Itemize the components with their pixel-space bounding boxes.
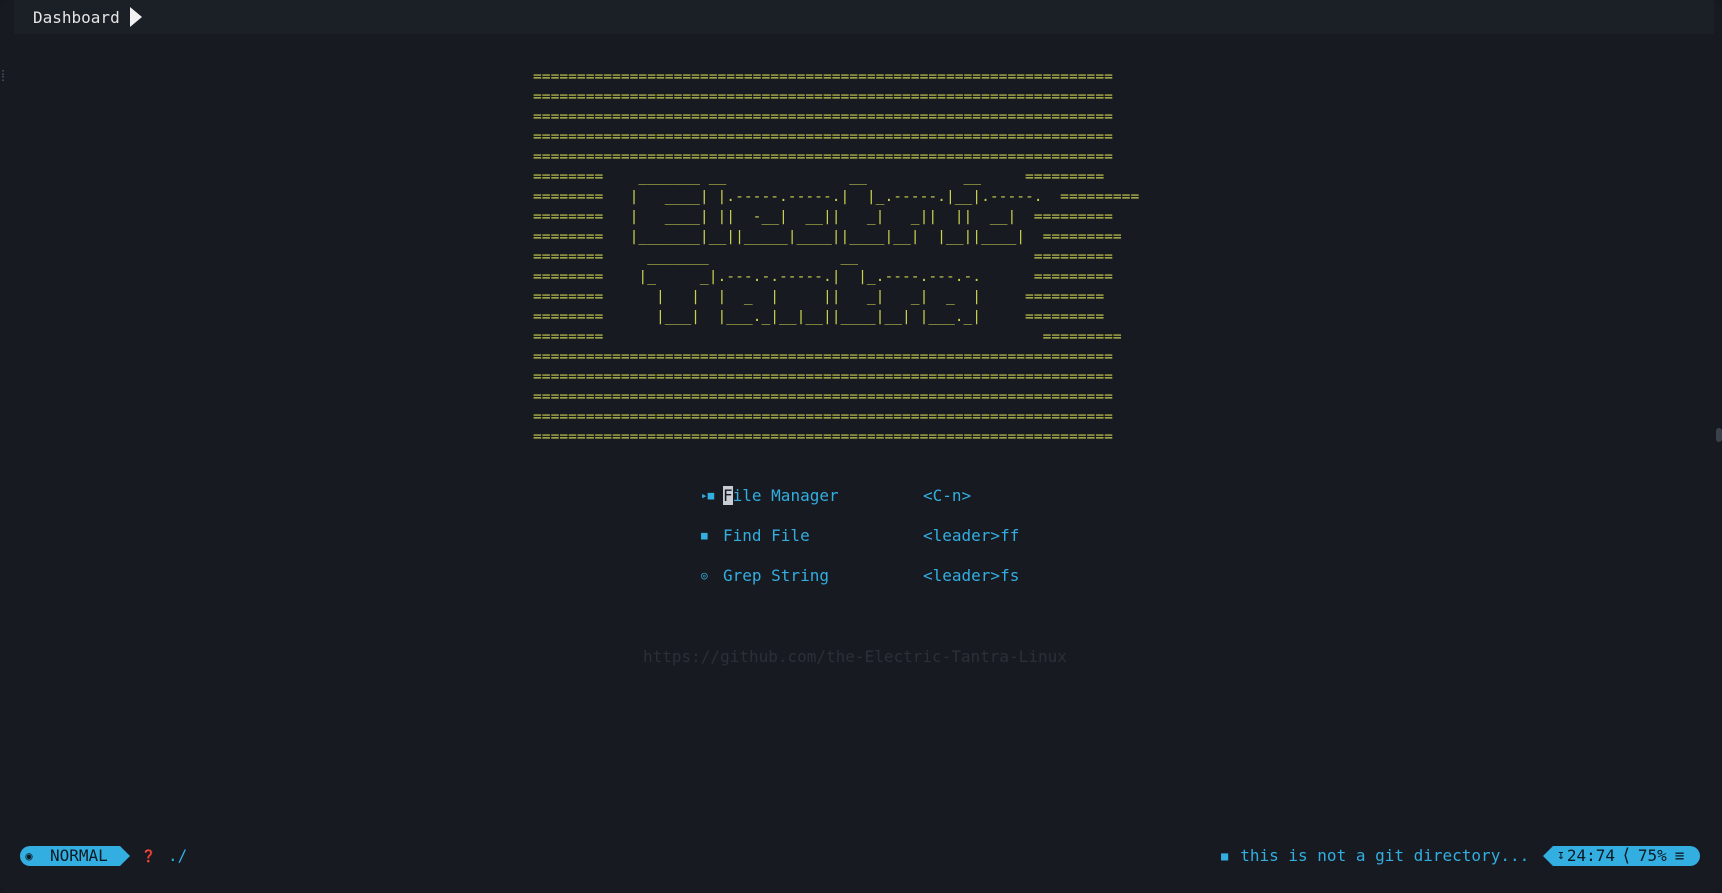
folder-icon: ■ bbox=[1221, 849, 1229, 863]
menu-label-grep-string: Grep String bbox=[723, 566, 829, 585]
banner-line: ========================================… bbox=[533, 428, 1113, 445]
mode-indicator: ◉ NORMAL bbox=[20, 846, 130, 866]
left-edge-marker: :: bbox=[0, 67, 7, 84]
position-end-cap bbox=[1688, 846, 1701, 866]
cwd-path: ./ bbox=[167, 846, 188, 865]
banner-line: ======== |___| |___._|__|__||____|__| |_… bbox=[533, 308, 1105, 325]
git-message: this is not a git directory... bbox=[1240, 846, 1530, 865]
menu-item-grep-string[interactable]: ◎ Grep String <leader>fs bbox=[701, 564, 1041, 588]
tab-dashboard[interactable]: Dashboard bbox=[33, 6, 142, 28]
git-status: ■ this is not a git directory... bbox=[1221, 846, 1529, 866]
banner-line: ======== | ____| || -__| __|| _| _|| || … bbox=[533, 208, 1113, 225]
banner-line: ========================================… bbox=[533, 148, 1113, 165]
banner-line: ========================================… bbox=[533, 108, 1113, 125]
scrollbar-thumb[interactable] bbox=[1716, 428, 1722, 442]
text-cursor: F bbox=[723, 486, 733, 505]
menu-key-find-file: <leader>ff bbox=[923, 526, 1020, 545]
tabline: Dashboard bbox=[14, 0, 1714, 34]
banner-line: ========================================… bbox=[533, 348, 1113, 365]
banner-line: ========================================… bbox=[533, 88, 1113, 105]
chevron-left-icon: ⟨ bbox=[1621, 845, 1632, 866]
menu-item-file-manager[interactable]: ▸■ File Manager <C-n> bbox=[701, 484, 1041, 508]
menu-key-grep-string: <leader>fs bbox=[923, 566, 1020, 585]
banner-line: ======== _______ __ __ __ ========= bbox=[533, 168, 1105, 185]
banner-line: ======== |_ _|.---.-.-----.| |_.----.---… bbox=[533, 268, 1113, 285]
ghost-icon: ◉ bbox=[20, 846, 38, 866]
menu-icon: ≡ bbox=[1674, 846, 1685, 865]
menu-key-file-manager: <C-n> bbox=[923, 486, 972, 505]
mode-label: NORMAL bbox=[38, 846, 120, 866]
line-column-icon: ↧ bbox=[1557, 848, 1565, 863]
banner-line: ======== _______ __ ========= bbox=[533, 248, 1113, 265]
banner-line: ========================================… bbox=[533, 388, 1113, 405]
statusline: ◉ NORMAL ❓ ./ ■ this is not a git direct… bbox=[0, 844, 1722, 868]
banner-line: ======== | | | _ | || _| _| _ | ========… bbox=[533, 288, 1105, 305]
footer-url: https://github.com/the-Electric-Tantra-L… bbox=[643, 647, 1067, 666]
menu-label-file-manager: File Manager bbox=[723, 486, 839, 505]
editor-window: Dashboard :: ===========================… bbox=[0, 0, 1722, 893]
tab-label: Dashboard bbox=[33, 7, 120, 27]
banner-line: ========================================… bbox=[533, 68, 1113, 85]
banner-line: ======== ========= bbox=[533, 328, 1122, 345]
grep-icon: ◎ bbox=[701, 569, 708, 582]
position-indicator: ↧ 24:74 ⟨ 75% ≡ bbox=[1543, 845, 1701, 866]
banner-line: ======== |_______|__||_____|____||____|_… bbox=[533, 228, 1122, 245]
cursor-position: 24:74 bbox=[1566, 846, 1615, 865]
question-icon: ❓ bbox=[141, 849, 156, 863]
position-block: ↧ 24:74 ⟨ 75% ≡ bbox=[1553, 845, 1689, 866]
folder-open-icon: ▸■ bbox=[701, 489, 715, 502]
tab-separator-arrow-icon bbox=[129, 7, 142, 27]
folder-icon: ■ bbox=[701, 529, 708, 542]
cwd-section: ❓ ./ bbox=[141, 846, 187, 866]
menu-label-find-file: Find File bbox=[723, 526, 810, 545]
banner-line: ========================================… bbox=[533, 128, 1113, 145]
banner-line: ========================================… bbox=[533, 408, 1113, 425]
banner-line: ========================================… bbox=[533, 368, 1113, 385]
banner-line: ======== | ____| |.-----.-----.| |_.----… bbox=[533, 188, 1140, 205]
position-arrow-icon bbox=[1543, 846, 1553, 866]
menu-item-find-file[interactable]: ■ Find File <leader>ff bbox=[701, 524, 1041, 548]
scroll-percent: 75% bbox=[1637, 846, 1667, 865]
mode-arrow-icon bbox=[119, 846, 130, 866]
ascii-banner: ========================================… bbox=[533, 67, 1139, 447]
